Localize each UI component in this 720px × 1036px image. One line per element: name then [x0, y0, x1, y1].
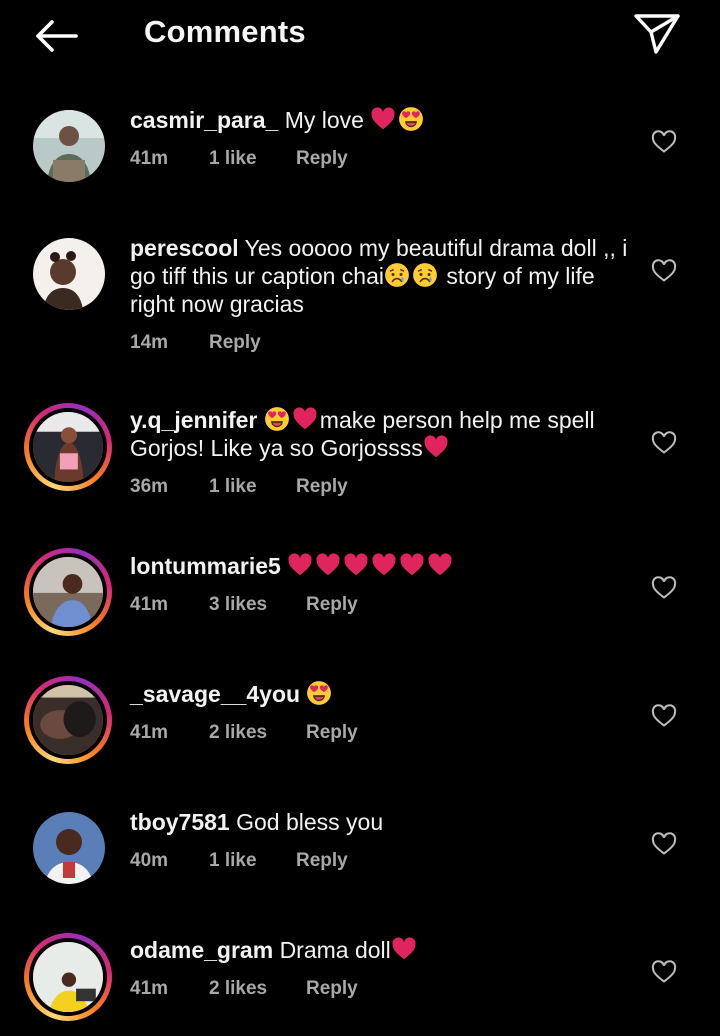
reply-button[interactable]: Reply	[306, 594, 358, 616]
comment-username[interactable]: y.q_jennifer	[130, 407, 257, 433]
red-heart-icon	[287, 552, 313, 578]
comment-username[interactable]: odame_gram	[130, 937, 273, 963]
comment-item: _savage__4you 41m 2 likes Reply	[0, 670, 720, 780]
sad-face-icon	[384, 262, 410, 288]
avatar-story-ring[interactable]	[24, 676, 112, 764]
red-heart-icon	[391, 936, 417, 962]
header: Comments	[0, 0, 720, 72]
comment-time: 40m	[130, 850, 169, 871]
comment-text: tboy7581 God bless you	[130, 808, 630, 836]
heart-outline-icon[interactable]	[651, 832, 677, 856]
reply-button[interactable]: Reply	[296, 148, 348, 170]
comment-item: casmir_para_ My love 41m 1 like Reply	[0, 100, 720, 210]
heart-outline-icon[interactable]	[651, 431, 677, 455]
comment-time: 41m	[130, 722, 169, 743]
reply-button[interactable]: Reply	[296, 850, 348, 872]
comment-text: _savage__4you	[130, 680, 630, 708]
heart-outline-icon[interactable]	[651, 576, 677, 600]
comment-username[interactable]: lontummarie5	[130, 553, 281, 579]
avatar[interactable]	[33, 110, 105, 182]
comment-body: Drama doll	[279, 937, 391, 963]
red-heart-icon	[399, 552, 425, 578]
comment-body: My love	[284, 107, 364, 133]
sad-face-icon	[412, 262, 438, 288]
heart-outline-icon[interactable]	[651, 960, 677, 984]
comment-time: 41m	[130, 978, 169, 999]
comment-item: perescool Yes ooooo my beautiful drama d…	[0, 230, 720, 380]
red-heart-icon	[315, 552, 341, 578]
comment-likes[interactable]: 1 like	[209, 850, 257, 872]
heart-outline-icon[interactable]	[651, 130, 677, 154]
reply-button[interactable]: Reply	[306, 978, 358, 1000]
reply-button[interactable]: Reply	[306, 722, 358, 744]
comment-text: casmir_para_ My love	[130, 106, 630, 134]
red-heart-icon	[427, 552, 453, 578]
comment-likes[interactable]: 1 like	[209, 476, 257, 498]
avatar-story-ring[interactable]	[24, 548, 112, 636]
comment-text: lontummarie5	[130, 552, 630, 580]
page-title: Comments	[144, 14, 306, 49]
back-arrow-icon[interactable]	[30, 14, 82, 58]
comment-item: odame_gram Drama doll 41m 2 likes Reply	[0, 928, 720, 1036]
avatar[interactable]	[33, 238, 105, 310]
comment-time: 36m	[130, 476, 169, 497]
comment-text: perescool Yes ooooo my beautiful drama d…	[130, 234, 630, 318]
comment-time: 14m	[130, 332, 169, 353]
comment-likes[interactable]: 3 likes	[209, 594, 267, 616]
comment-item: tboy7581 God bless you 40m 1 like Reply	[0, 800, 720, 910]
red-heart-icon	[343, 552, 369, 578]
comment-time: 41m	[130, 148, 169, 169]
comment-username[interactable]: perescool	[130, 235, 239, 261]
comment-text: y.q_jennifer make person help me spell G…	[130, 406, 630, 462]
comment-likes[interactable]: 2 likes	[209, 722, 267, 744]
send-icon[interactable]	[632, 10, 682, 58]
heart-eyes-icon	[264, 406, 290, 432]
avatar-story-ring[interactable]	[24, 403, 112, 491]
comment-username[interactable]: casmir_para_	[130, 107, 278, 133]
comment-item: y.q_jennifer make person help me spell G…	[0, 400, 720, 510]
comment-item: lontummarie5 41m 3 likes Reply	[0, 540, 720, 650]
comment-body: God bless you	[236, 809, 384, 835]
reply-button[interactable]: Reply	[209, 332, 261, 354]
comment-likes[interactable]: 2 likes	[209, 978, 267, 1000]
red-heart-icon	[423, 434, 449, 460]
heart-outline-icon[interactable]	[651, 704, 677, 728]
avatar[interactable]	[33, 812, 105, 884]
comment-text: odame_gram Drama doll	[130, 936, 630, 964]
heart-outline-icon[interactable]	[651, 259, 677, 283]
heart-eyes-icon	[398, 106, 424, 132]
comment-time: 41m	[130, 594, 169, 615]
red-heart-icon	[371, 552, 397, 578]
avatar-story-ring[interactable]	[24, 933, 112, 1021]
comment-likes[interactable]: 1 like	[209, 148, 257, 170]
red-heart-icon	[370, 106, 396, 132]
red-heart-icon	[292, 406, 318, 432]
comment-username[interactable]: tboy7581	[130, 809, 230, 835]
heart-eyes-icon	[306, 680, 332, 706]
comment-username[interactable]: _savage__4you	[130, 681, 300, 707]
reply-button[interactable]: Reply	[296, 476, 348, 498]
